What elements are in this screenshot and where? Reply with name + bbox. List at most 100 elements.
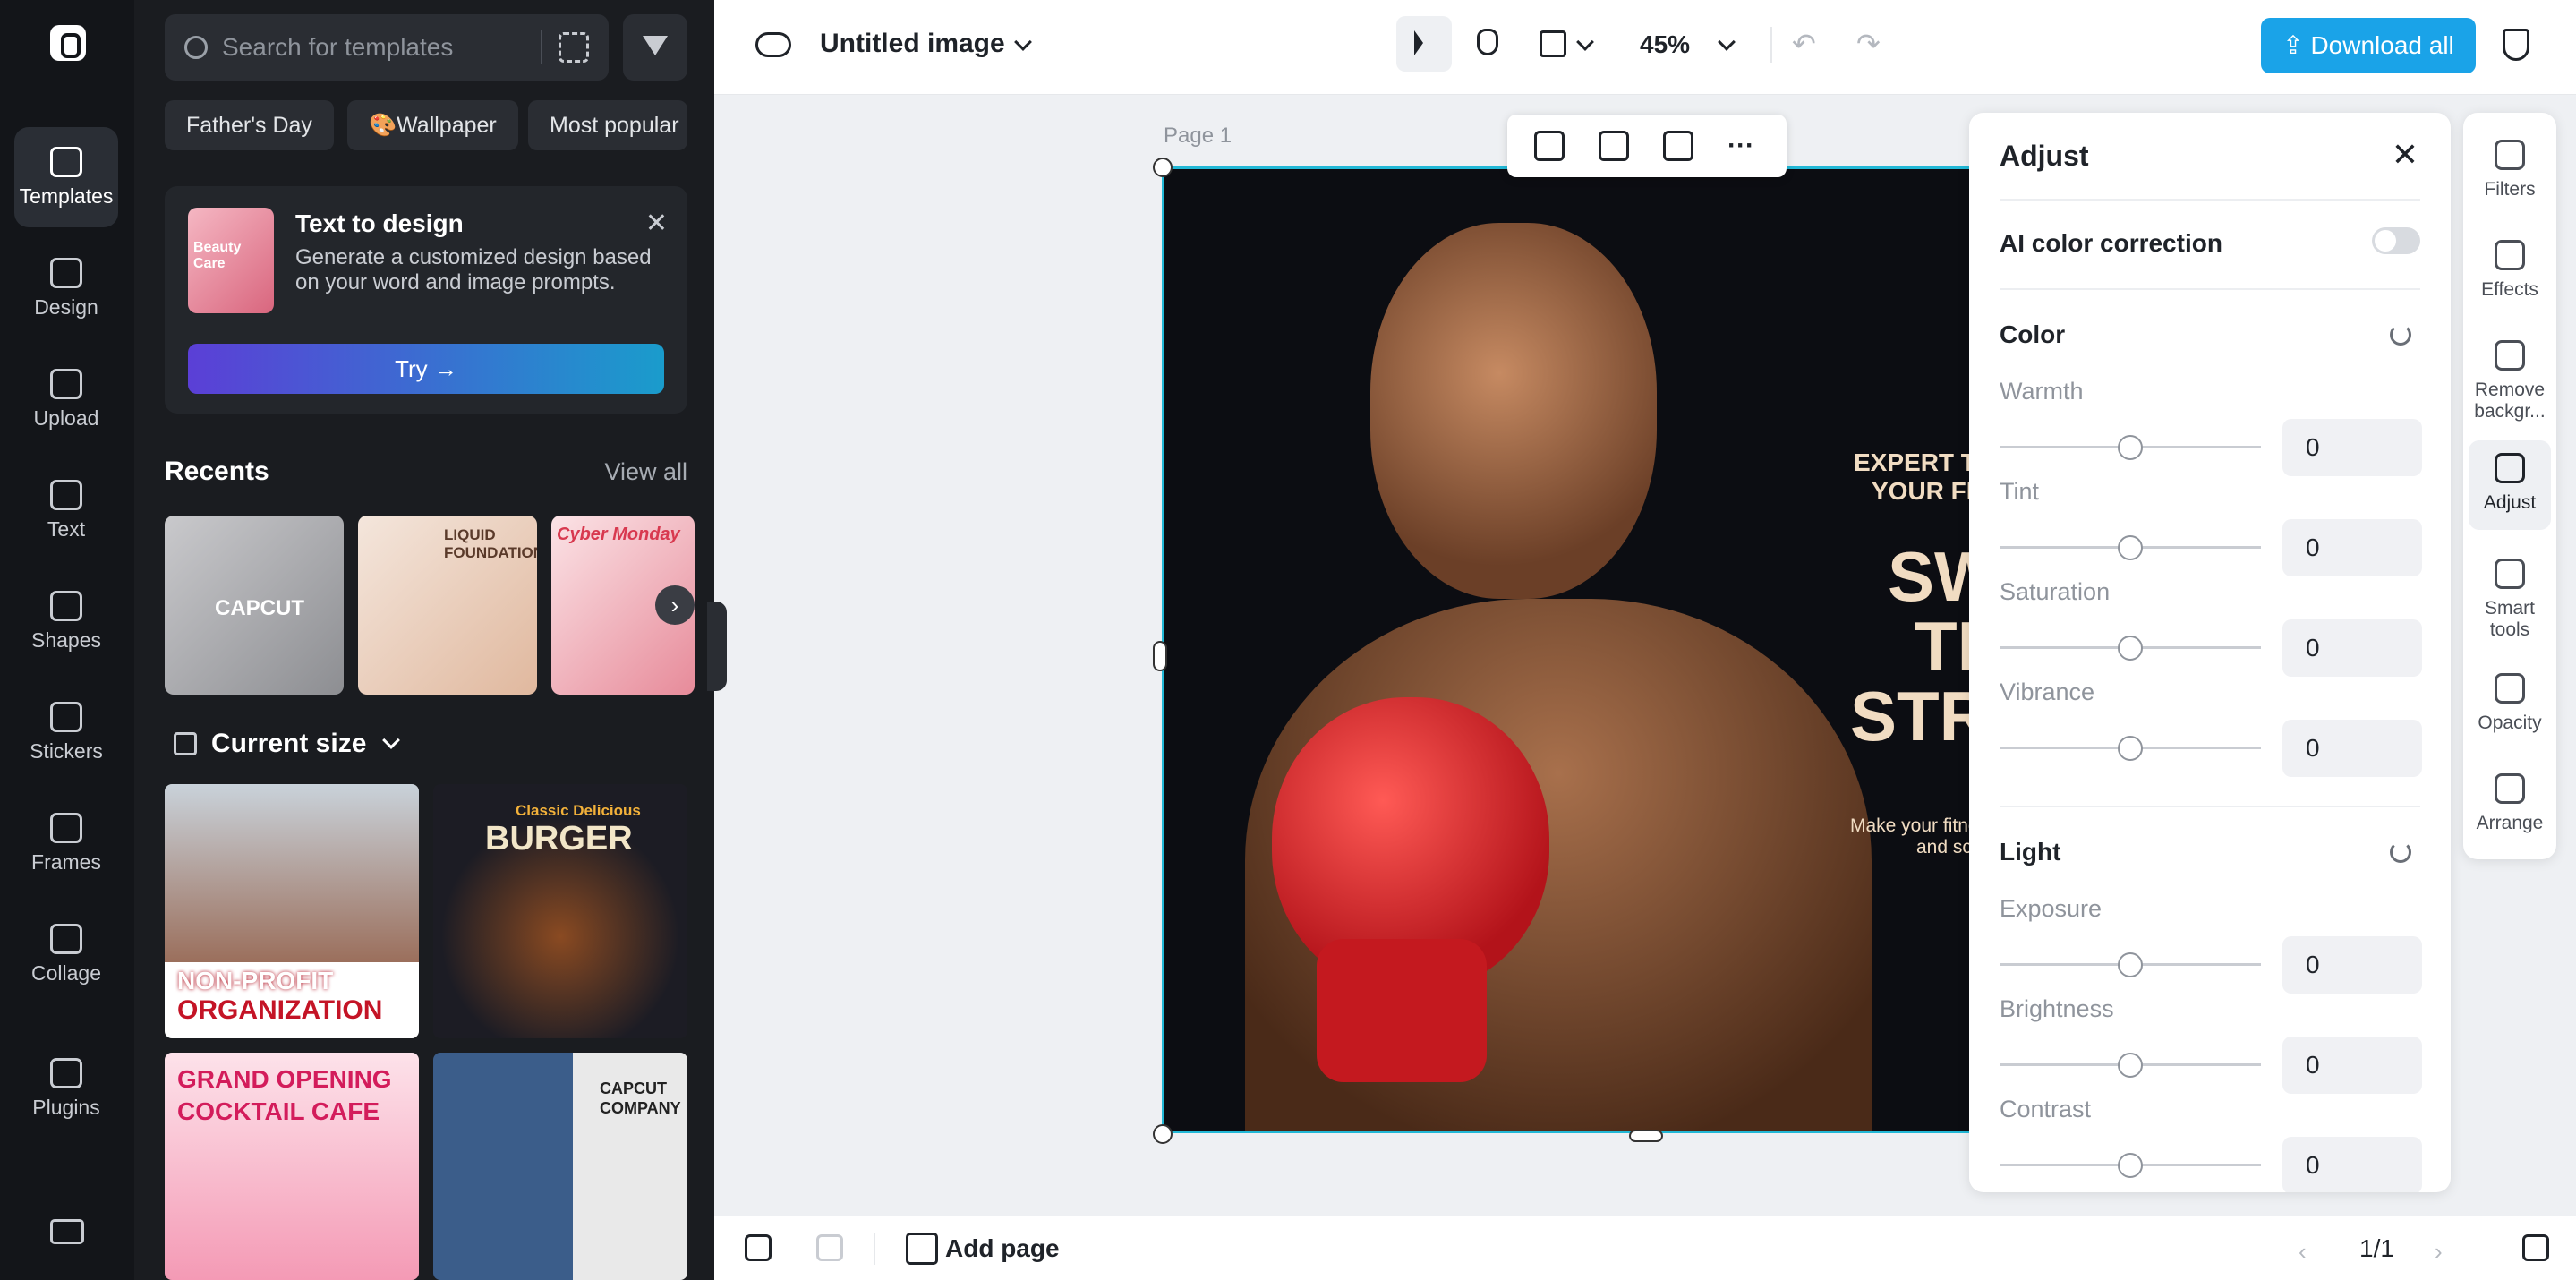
filter-button[interactable]: [623, 14, 687, 81]
layers-icon[interactable]: [2522, 1234, 2549, 1261]
brightness-label: Brightness: [2000, 995, 2114, 1022]
resize-handle[interactable]: [1153, 158, 1173, 177]
layout-button[interactable]: [1527, 16, 1602, 72]
document-title[interactable]: Untitled image: [820, 29, 1005, 59]
warmth-value[interactable]: [2282, 419, 2422, 476]
divider: [1770, 27, 1772, 63]
rail-item-shapes[interactable]: Shapes: [14, 571, 118, 671]
next-page-icon[interactable]: ›: [2435, 1238, 2443, 1266]
chip-most-popular[interactable]: Most popular: [528, 100, 687, 150]
contrast-value[interactable]: [2282, 1137, 2422, 1192]
floating-toolbar: ···: [1507, 115, 1787, 177]
chevron-down-icon[interactable]: [382, 731, 400, 749]
chip-wallpaper[interactable]: 🎨Wallpaper: [347, 100, 518, 150]
resize-handle[interactable]: [1153, 641, 1167, 671]
close-icon[interactable]: ✕: [645, 208, 668, 239]
search-divider: [541, 30, 542, 64]
download-all-button[interactable]: ⇪ Download all: [2261, 18, 2476, 73]
contrast-label: Contrast: [2000, 1096, 2092, 1122]
chevron-down-icon[interactable]: [1718, 33, 1736, 51]
tool-effects[interactable]: Effects: [2469, 227, 2551, 301]
chevron-down-icon[interactable]: [1014, 33, 1032, 51]
tool-arrange[interactable]: Arrange: [2469, 761, 2551, 834]
current-size-dropdown[interactable]: Current size: [211, 729, 366, 759]
reset-icon[interactable]: [2390, 841, 2411, 863]
recent-item[interactable]: CAPCUT: [165, 516, 344, 695]
left-rail: Templates Design Upload Text Shapes Stic…: [0, 0, 134, 1280]
view-all-link[interactable]: View all: [604, 458, 687, 486]
page-label: Page 1: [1164, 124, 1233, 148]
rail-item-upload[interactable]: Upload: [14, 349, 118, 449]
boxer-head: [1370, 223, 1657, 599]
tool-remove-background[interactable]: Remove backgr...: [2469, 328, 2551, 422]
add-page-button[interactable]: Add page: [906, 1233, 1060, 1265]
capcut-logo-icon[interactable]: [50, 25, 86, 61]
resize-handle[interactable]: [1629, 1130, 1663, 1142]
try-button[interactable]: Try →: [188, 344, 664, 394]
saturation-slider-thumb[interactable]: [2118, 636, 2143, 661]
glove-cuff: [1317, 939, 1487, 1082]
plugins-icon: [50, 1058, 82, 1088]
chevron-right-icon[interactable]: ›: [655, 585, 695, 625]
tint-value[interactable]: [2282, 519, 2422, 576]
replace-icon[interactable]: [1599, 131, 1629, 161]
ai-color-correction-toggle[interactable]: [2372, 227, 2420, 254]
brightness-slider-thumb[interactable]: [2118, 1053, 2143, 1078]
layout-icon: [1540, 30, 1566, 57]
resize-handle[interactable]: [1153, 1124, 1173, 1144]
shield-icon[interactable]: [2503, 29, 2529, 61]
recent-item[interactable]: LIQUID FOUNDATION: [358, 516, 537, 695]
rail-item-text[interactable]: Text: [14, 460, 118, 560]
rail-item-design[interactable]: Design: [14, 238, 118, 338]
exposure-slider-thumb[interactable]: [2118, 952, 2143, 977]
previous-page-icon[interactable]: ‹: [2299, 1238, 2307, 1266]
delete-icon[interactable]: [816, 1234, 843, 1261]
duplicate-icon[interactable]: [1663, 131, 1693, 161]
rail-item-templates[interactable]: Templates: [14, 127, 118, 227]
saturation-value[interactable]: [2282, 619, 2422, 677]
zoom-level[interactable]: 45%: [1640, 30, 1690, 59]
poster-subtext-1: Make your fitnes: [1850, 815, 1989, 836]
tool-opacity[interactable]: Opacity: [2469, 661, 2551, 734]
undo-icon[interactable]: ↶: [1792, 27, 1816, 61]
upload-icon: [50, 369, 82, 399]
duplicate-page-icon[interactable]: [745, 1234, 772, 1261]
stickers-icon: [50, 702, 82, 732]
rail-item-stickers[interactable]: Stickers: [14, 682, 118, 782]
collapse-panel-handle[interactable]: [707, 602, 727, 691]
contrast-slider-thumb[interactable]: [2118, 1153, 2143, 1178]
chip-fathers-day[interactable]: Father's Day: [165, 100, 334, 150]
redo-icon[interactable]: ↷: [1856, 27, 1881, 61]
poster-subtext-2: and sc: [1916, 837, 1972, 858]
page-counter: 1/1: [2359, 1234, 2394, 1262]
tint-slider-thumb[interactable]: [2118, 535, 2143, 560]
tool-filters[interactable]: Filters: [2469, 127, 2551, 201]
tool-smart-tools[interactable]: Smart tools: [2469, 546, 2551, 641]
template-burger[interactable]: Classic Delicious BURGER: [433, 784, 687, 1038]
rail-item-collage[interactable]: Collage: [14, 904, 118, 1004]
keyboard-icon[interactable]: [50, 1219, 84, 1244]
template-cocktail-cafe[interactable]: GRAND OPENING COCKTAIL CAFE: [165, 1053, 419, 1280]
image-search-icon[interactable]: [559, 32, 589, 63]
warmth-slider-thumb[interactable]: [2118, 435, 2143, 460]
reset-icon[interactable]: [2390, 324, 2411, 346]
brightness-value[interactable]: [2282, 1037, 2422, 1094]
crop-icon[interactable]: [1534, 131, 1565, 161]
more-icon[interactable]: ···: [1727, 131, 1754, 161]
rail-item-frames[interactable]: Frames: [14, 793, 118, 893]
tool-adjust[interactable]: Adjust: [2469, 440, 2551, 530]
template-company-profile[interactable]: CAPCUT COMPANY: [433, 1053, 687, 1280]
select-tool-button[interactable]: [1396, 16, 1452, 72]
effects-icon: [2495, 240, 2525, 270]
search-input[interactable]: [222, 27, 526, 68]
light-section-title: Light: [2000, 838, 2061, 866]
vibrance-slider-thumb[interactable]: [2118, 736, 2143, 761]
canvas-image[interactable]: EXPERT TRAIN YOUR FITNE SWE TH STRO Make…: [1162, 166, 2057, 1133]
rail-item-plugins[interactable]: Plugins: [14, 1038, 118, 1139]
template-nonprofit[interactable]: NON-PROFIT ORGANIZATION: [165, 784, 419, 1038]
vibrance-value[interactable]: [2282, 720, 2422, 777]
hand-tool-button[interactable]: [1461, 16, 1516, 72]
cloud-icon[interactable]: [755, 32, 791, 57]
exposure-value[interactable]: [2282, 936, 2422, 994]
close-icon[interactable]: ✕: [2392, 136, 2418, 174]
